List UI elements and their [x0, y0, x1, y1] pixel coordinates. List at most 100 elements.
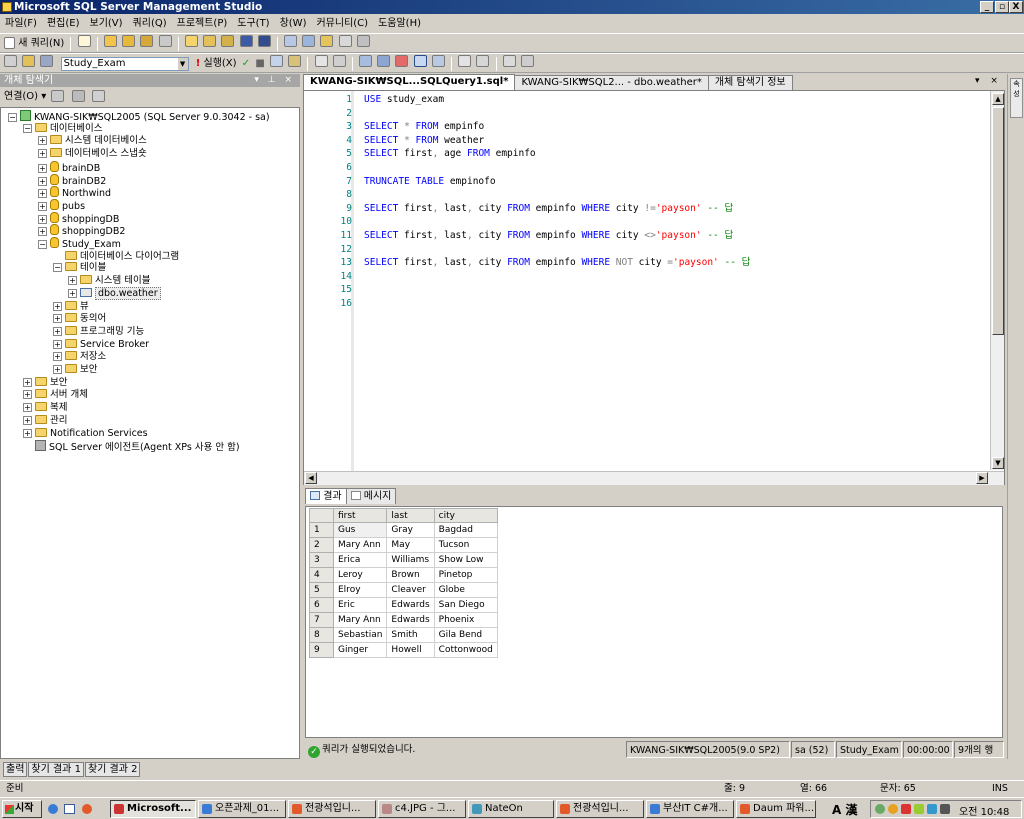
add-item-icon[interactable]	[221, 35, 235, 47]
tree-node[interactable]: + pubs	[38, 198, 85, 212]
grid-cell[interactable]: Gus	[332, 522, 388, 538]
horizontal-scrollbar[interactable]: ◀ ▶	[304, 471, 1004, 485]
row-number[interactable]: 7	[309, 612, 334, 628]
include-plan-icon[interactable]	[359, 55, 373, 67]
tree-node[interactable]: + brainDB2	[38, 173, 106, 187]
tab-dbo-weather[interactable]: KWANG-SIK₩SQL2... - dbo.weather*	[514, 75, 709, 90]
parse-icon[interactable]: ✓	[242, 56, 250, 71]
grid-cell[interactable]: Pinetop	[433, 567, 498, 583]
expand-icon[interactable]: +	[53, 326, 62, 336]
intellisense-icon[interactable]	[332, 55, 346, 67]
taskbar-button[interactable]: 부산IT C#개...	[646, 800, 734, 818]
increase-indent-icon[interactable]	[520, 55, 534, 67]
specify-template-values-icon[interactable]	[314, 55, 328, 67]
expand-icon[interactable]: +	[23, 390, 32, 400]
row-number[interactable]: 6	[309, 597, 334, 613]
tree-node[interactable]: 데이터베이스 다이어그램	[53, 250, 179, 262]
collapse-icon[interactable]: −	[23, 123, 32, 133]
change-connection-icon[interactable]	[22, 55, 36, 67]
tree-node[interactable]: + 시스템 데이터베이스	[38, 135, 147, 147]
restore-button[interactable]: ▫	[995, 1, 1009, 13]
tree-node[interactable]: + 보안	[53, 364, 97, 376]
desktop-quicklaunch-icon[interactable]	[64, 804, 75, 814]
xmla-query-icon[interactable]	[158, 35, 172, 47]
row-number[interactable]: 3	[309, 552, 334, 568]
ime-indicator[interactable]: A 漢	[832, 801, 857, 818]
row-number[interactable]: 4	[309, 567, 334, 583]
grid-cell[interactable]: Cottonwood	[433, 642, 498, 658]
table-row[interactable]: 3 Erica Williams Show Low	[309, 552, 498, 568]
grid-cell[interactable]: Leroy	[332, 567, 388, 583]
menu-tools[interactable]: 도구(T)	[232, 15, 274, 32]
query-editor[interactable]: 1 2 3 4 5 6 7 8 9 10 11 12 13 14 15 16 USE study_exam SE…	[303, 90, 1005, 485]
scroll-right-icon[interactable]: ▶	[976, 472, 988, 484]
tree-node[interactable]: + brainDB	[38, 160, 100, 174]
tree-node[interactable]: + shoppingDB	[38, 211, 119, 225]
grid-cell[interactable]: Globe	[433, 582, 498, 598]
table-row[interactable]: 2 Mary Ann May Tucson	[309, 537, 498, 553]
column-header-city[interactable]: city	[433, 508, 498, 523]
tree-node[interactable]: + 서버 개체	[23, 389, 88, 401]
execute-button[interactable]: ! 실행(X)	[196, 56, 237, 71]
results-to-text-icon[interactable]	[395, 55, 409, 67]
grid-cell[interactable]: Sebastian	[332, 627, 388, 643]
row-number[interactable]: 1	[309, 522, 334, 538]
taskbar-button[interactable]: Daum 파워...	[736, 800, 816, 818]
properties-icon[interactable]	[356, 35, 370, 47]
table-row[interactable]: 9 Ginger Howell Cottonwood	[309, 642, 498, 658]
save-icon[interactable]	[239, 35, 253, 47]
code-line[interactable]: TRUNCATE TABLE empinofo	[364, 175, 496, 189]
menu-query[interactable]: 쿼리(Q)	[128, 15, 172, 32]
tree-node[interactable]: − KWANG-SIK₩SQL2005 (SQL Server 9.0.3042 …	[8, 110, 270, 123]
tree-node[interactable]: + 복제	[23, 402, 67, 414]
menu-project[interactable]: 프로젝트(P)	[172, 15, 233, 32]
grid-cell[interactable]: Williams	[386, 552, 435, 568]
column-header-first[interactable]: first	[332, 508, 388, 523]
browser-quicklaunch-icon[interactable]	[82, 804, 92, 814]
expand-icon[interactable]: +	[38, 214, 47, 224]
scroll-thumb[interactable]	[992, 107, 1004, 335]
grid-cell[interactable]: Phoenix	[433, 612, 498, 628]
tree-node[interactable]: + 시스템 테이블	[68, 275, 150, 287]
disconnect-icon[interactable]	[51, 90, 65, 102]
scroll-up-icon[interactable]: ▲	[992, 93, 1004, 105]
tree-node[interactable]: + Northwind	[38, 186, 111, 199]
collapse-icon[interactable]: −	[53, 263, 62, 273]
collapse-icon[interactable]: −	[38, 240, 47, 249]
tree-node[interactable]: + shoppingDB2	[38, 224, 125, 237]
grid-cell[interactable]: Cleaver	[386, 582, 435, 598]
tree-node[interactable]: + Service Broker	[53, 338, 149, 351]
tree-node[interactable]: SQL Server 에이전트(Agent XPs 사용 안 함)	[23, 440, 240, 453]
grid-cell[interactable]: Edwards	[386, 612, 435, 628]
summary-icon[interactable]	[302, 35, 316, 47]
taskbar-button[interactable]: 전광석입니...	[288, 800, 376, 818]
table-row[interactable]: 7 Mary Ann Edwards Phoenix	[309, 612, 498, 628]
code-line[interactable]: SELECT first, last, city FROM empinfo WH…	[364, 256, 750, 270]
display-estimated-plan-icon[interactable]	[269, 55, 283, 67]
code-line[interactable]: SELECT first, last, city FROM empinfo WH…	[364, 229, 733, 243]
expand-icon[interactable]: +	[53, 314, 62, 324]
tray-user-icon[interactable]	[875, 804, 885, 814]
grid-cell[interactable]: Show Low	[433, 552, 498, 568]
tab-sqlquery1[interactable]: KWANG-SIK₩SQL...SQLQuery1.sql*	[303, 74, 516, 90]
menu-window[interactable]: 창(W)	[275, 15, 312, 32]
open-file-icon[interactable]	[184, 35, 198, 47]
client-statistics-icon[interactable]	[377, 55, 391, 67]
close-button[interactable]: X	[1009, 1, 1023, 13]
expand-icon[interactable]: +	[38, 227, 47, 237]
taskbar-button[interactable]: NateOn	[468, 800, 554, 818]
expand-icon[interactable]: +	[53, 352, 62, 362]
taskbar-button[interactable]: Microsoft...	[110, 800, 196, 818]
expand-icon[interactable]: +	[23, 415, 32, 425]
code-line[interactable]: SELECT first, last, city FROM empinfo WH…	[364, 202, 733, 216]
table-row[interactable]: 5 Elroy Cleaver Globe	[309, 582, 498, 598]
connect-icon[interactable]	[4, 55, 17, 67]
expand-icon[interactable]: +	[23, 377, 32, 387]
menu-community[interactable]: 커뮤니티(C)	[311, 15, 373, 32]
code-line[interactable]: USE study_exam	[364, 93, 444, 107]
results-to-grid-icon[interactable]	[413, 55, 427, 67]
menu-help[interactable]: 도움말(H)	[373, 15, 426, 32]
taskbar-button[interactable]: 전광석입니...	[556, 800, 644, 818]
tray-alert-icon[interactable]	[901, 804, 911, 814]
tree-node[interactable]: + 뷰	[53, 300, 89, 313]
